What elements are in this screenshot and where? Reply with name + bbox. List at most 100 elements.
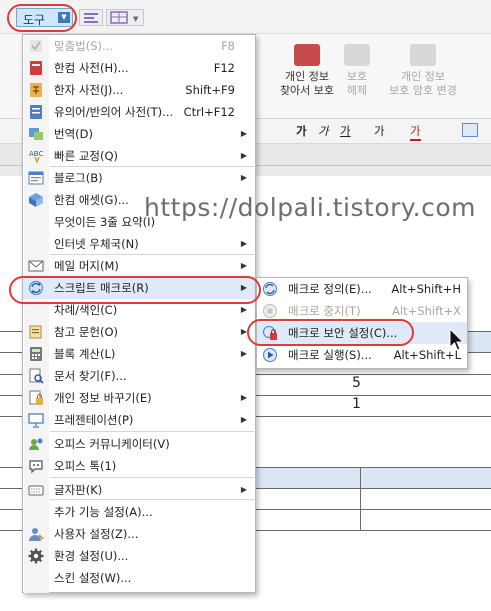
menu-item-3[interactable]: 유의어/반의어 사전(T)... Ctrl+F12 (23, 101, 255, 123)
svg-text:ABC: ABC (29, 150, 43, 158)
table-tool-icon[interactable]: ▼ (106, 9, 144, 26)
menu-item-label: 환경 설정(U)... (54, 549, 129, 563)
mail-merge-icon (28, 258, 44, 274)
underline-button[interactable]: 가 (340, 123, 351, 139)
menu-item-label: 빠른 교정(Q) (54, 149, 118, 163)
macro-run-icon (262, 347, 278, 363)
reference-icon (28, 324, 44, 340)
menu-separator (50, 254, 254, 255)
menu-item-label: 글자판(K) (54, 483, 103, 497)
submenu-item-label: 매크로 정의(E)... (288, 282, 372, 296)
menu-item-label: 블록 계산(L) (54, 347, 116, 361)
submenu-arrow-icon: ▶ (240, 393, 247, 402)
privacy-unprotect-button[interactable]: 보호 해제 (340, 44, 374, 98)
macro-stop-icon (262, 303, 278, 319)
table-border (360, 467, 361, 531)
menu-item-4[interactable]: 번역(D) ▶ (23, 123, 255, 145)
menu-item-5[interactable]: ABC 빠른 교정(Q) ▶ (23, 145, 255, 167)
unprotect-icon (344, 44, 370, 66)
menu-item-22[interactable]: 사용자 설정(Z)... (23, 523, 255, 545)
menu-item-13[interactable]: 참고 문헌(O) ▶ (23, 321, 255, 343)
privacy-find-protect-label: 개인 정보 찾아서 보호 (279, 70, 335, 97)
menu-item-label: 블로그(B) (54, 171, 103, 185)
submenu-item-3[interactable]: 매크로 실행(S)... Alt+Shift+L (257, 344, 467, 366)
keyboard-icon (28, 482, 44, 498)
style-tool-icon[interactable] (79, 9, 103, 26)
submenu-arrow-icon: ▶ (240, 151, 247, 160)
privacy-change-password-button[interactable]: 개인 정보 보호 암호 변경 (383, 44, 463, 98)
gear-icon (28, 548, 44, 564)
strikethrough-button[interactable]: 가 (374, 123, 385, 139)
watermark: https://dolpali.tistory.com (144, 193, 476, 222)
menu-item-23[interactable]: 환경 설정(U)... (23, 545, 255, 567)
office-talk-icon (28, 458, 44, 474)
menu-item-label: 인터넷 우체국(N) (54, 237, 139, 251)
menu-item-14[interactable]: 블록 계산(L) ▶ (23, 343, 255, 365)
menu-item-label: 프레젠테이션(P) (54, 413, 134, 427)
menu-item-15[interactable]: 문서 찾기(F)... (23, 365, 255, 387)
annotation-circle-macro-security (247, 319, 414, 346)
menu-item-24[interactable]: 스킨 설정(W)... (23, 567, 255, 589)
svg-text:▼: ▼ (133, 15, 139, 23)
menu-item-label: 사용자 설정(Z)... (54, 527, 139, 541)
menu-item-9[interactable]: 인터넷 우체국(N) ▶ (23, 233, 255, 255)
submenu-arrow-icon: ▶ (240, 415, 247, 424)
thesaurus-icon (28, 104, 44, 120)
menu-item-17[interactable]: 프레젠테이션(P) ▶ (23, 409, 255, 431)
menu-item-21[interactable]: 추가 기능 설정(A)... (23, 501, 255, 523)
menu-item-18[interactable]: 오피스 커뮤니케이터(V) (23, 433, 255, 455)
menu-item-19[interactable]: 오피스 톡(1) (23, 455, 255, 477)
annotation-circle-tool-tab (7, 4, 77, 32)
align-justify-icon[interactable] (462, 123, 478, 137)
menu-item-1[interactable]: 한컴 사전(H)... F12 (23, 57, 255, 79)
annotation-circle-script-macro (9, 276, 261, 304)
menu-item-shortcut: F8 (221, 39, 235, 53)
menu-item-0[interactable]: 맞춤법(S)... F8 (23, 35, 255, 57)
mouse-cursor-icon (449, 328, 465, 351)
menu-separator (50, 499, 254, 500)
hanja-dictionary-icon (28, 82, 44, 98)
submenu-item-0[interactable]: 매크로 정의(E)... Alt+Shift+H (257, 278, 467, 300)
menu-item-label: 오피스 커뮤니케이터(V) (54, 437, 170, 451)
menu-item-label: 유의어/반의어 사전(T)... (54, 105, 174, 119)
menu-item-label: 참고 문헌(O) (54, 325, 118, 339)
submenu-arrow-icon: ▶ (240, 485, 247, 494)
submenu-item-shortcut: Alt+Shift+H (391, 282, 461, 296)
privacy-find-protect-button[interactable]: 개인 정보 찾아서 보호 (272, 44, 342, 98)
menu-separator (50, 477, 254, 478)
table-cell-value[interactable]: 5 (352, 375, 361, 391)
menu-item-label: 스킨 설정(W)... (54, 571, 132, 585)
menu-item-10[interactable]: 메일 머지(M) ▶ (23, 255, 255, 277)
menu-item-label: 추가 기능 설정(A)... (54, 505, 153, 519)
spellcheck-icon (28, 38, 44, 54)
block-calc-icon (28, 346, 44, 362)
menu-separator (50, 166, 254, 167)
menu-item-label: 맞춤법(S)... (54, 39, 113, 53)
submenu-item-label: 매크로 실행(S)... (288, 348, 372, 362)
table-header-row (255, 468, 491, 488)
menu-separator (50, 431, 254, 432)
submenu-arrow-icon: ▶ (240, 349, 247, 358)
menu-item-label: 오피스 톡(1) (54, 459, 117, 473)
menu-item-label: 한자 사전(J)... (54, 83, 124, 97)
menu-item-20[interactable]: 글자판(K) ▶ (23, 479, 255, 501)
asset-icon (28, 192, 44, 208)
menu-item-label: 한컴 사전(H)... (54, 61, 129, 75)
font-color-button[interactable]: 가 (410, 123, 421, 141)
privacy-change-icon (28, 390, 44, 406)
privacy-unprotect-label: 보호 해제 (346, 70, 368, 97)
submenu-arrow-icon: ▶ (240, 261, 247, 270)
menu-item-label: 문서 찾기(F)... (54, 369, 127, 383)
table-cell-value[interactable]: 1 (352, 396, 361, 412)
privacy-change-password-label: 개인 정보 보호 암호 변경 (389, 70, 457, 97)
user-settings-icon (28, 526, 44, 542)
bold-button[interactable]: 가 (296, 123, 307, 139)
menu-item-6[interactable]: 블로그(B) ▶ (23, 167, 255, 189)
menu-item-label: 개인 정보 바꾸기(E) (54, 391, 152, 405)
presentation-icon (28, 412, 44, 428)
macro-define-icon (262, 281, 278, 297)
menu-item-16[interactable]: 개인 정보 바꾸기(E) ▶ (23, 387, 255, 409)
menu-item-2[interactable]: 한자 사전(J)... Shift+F9 (23, 79, 255, 101)
menu-item-label: 메일 머지(M) (54, 259, 119, 273)
italic-button[interactable]: 가 (318, 123, 329, 139)
